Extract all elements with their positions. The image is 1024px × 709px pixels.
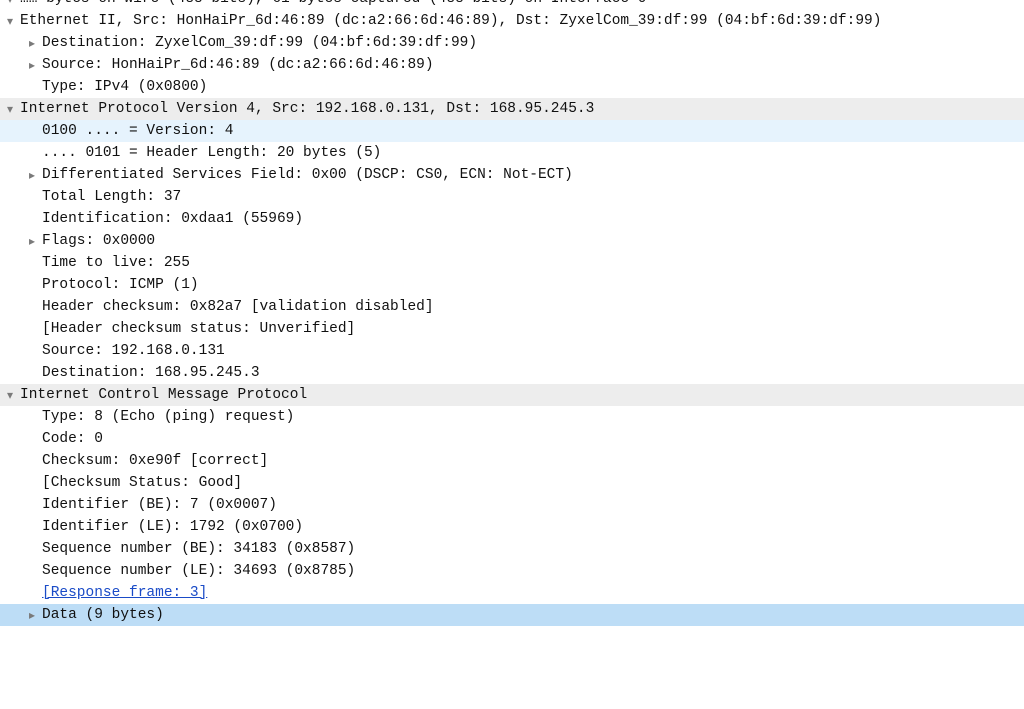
icmp-checksum: Checksum: 0xe90f [correct] bbox=[42, 450, 268, 472]
ipv4-ttl-row[interactable]: · Time to live: 255 bbox=[0, 252, 1024, 274]
icmp-seq-be: Sequence number (BE): 34183 (0x8587) bbox=[42, 538, 355, 560]
icmp-type: Type: 8 (Echo (ping) request) bbox=[42, 406, 294, 428]
chevron-right-icon[interactable]: ▸ bbox=[22, 230, 42, 252]
icmp-data: Data (9 bytes) bbox=[42, 604, 164, 626]
icmp-response-frame-link[interactable]: [Response frame: 3] bbox=[42, 582, 207, 604]
ipv4-summary: Internet Protocol Version 4, Src: 192.16… bbox=[20, 98, 594, 120]
chevron-down-icon[interactable]: ▾ bbox=[0, 10, 20, 32]
icmp-checksum-status-row[interactable]: · [Checksum Status: Good] bbox=[0, 472, 1024, 494]
frame-summary-cutoff: ▾ …… bytes on wire (488 bits), 61 bytes … bbox=[0, 0, 1024, 10]
ipv4-ttl: Time to live: 255 bbox=[42, 252, 190, 274]
ethernet-summary: Ethernet II, Src: HonHaiPr_6d:46:89 (dc:… bbox=[20, 10, 881, 32]
ipv4-version-row[interactable]: · 0100 .... = Version: 4 bbox=[0, 120, 1024, 142]
packet-details-tree: ▾ …… bytes on wire (488 bits), 61 bytes … bbox=[0, 0, 1024, 626]
ipv4-dst: Destination: 168.95.245.3 bbox=[42, 362, 260, 384]
ipv4-checksum-status-row[interactable]: · [Header checksum status: Unverified] bbox=[0, 318, 1024, 340]
icmp-seq-be-row[interactable]: · Sequence number (BE): 34183 (0x8587) bbox=[0, 538, 1024, 560]
icmp-checksum-status: [Checksum Status: Good] bbox=[42, 472, 242, 494]
ethernet-type-row[interactable]: · Type: IPv4 (0x0800) bbox=[0, 76, 1024, 98]
icmp-seq-le-row[interactable]: · Sequence number (LE): 34693 (0x8785) bbox=[0, 560, 1024, 582]
ethernet-source: Source: HonHaiPr_6d:46:89 (dc:a2:66:6d:4… bbox=[42, 54, 434, 76]
icmp-type-row[interactable]: · Type: 8 (Echo (ping) request) bbox=[0, 406, 1024, 428]
chevron-right-icon[interactable]: ▸ bbox=[22, 54, 42, 76]
icmp-code: Code: 0 bbox=[42, 428, 103, 450]
ipv4-proto: Protocol: ICMP (1) bbox=[42, 274, 199, 296]
chevron-right-icon[interactable]: ▸ bbox=[22, 32, 42, 54]
ipv4-checksum: Header checksum: 0x82a7 [validation disa… bbox=[42, 296, 434, 318]
icmp-id-be: Identifier (BE): 7 (0x0007) bbox=[42, 494, 277, 516]
chevron-down-icon[interactable]: ▾ bbox=[0, 384, 20, 406]
ipv4-ident-row[interactable]: · Identification: 0xdaa1 (55969) bbox=[0, 208, 1024, 230]
ipv4-hlen: .... 0101 = Header Length: 20 bytes (5) bbox=[42, 142, 381, 164]
ipv4-totlen-row[interactable]: · Total Length: 37 bbox=[0, 186, 1024, 208]
chevron-down-icon[interactable]: ▾ bbox=[0, 98, 20, 120]
icmp-id-le: Identifier (LE): 1792 (0x0700) bbox=[42, 516, 303, 538]
ipv4-dsf: Differentiated Services Field: 0x00 (DSC… bbox=[42, 164, 573, 186]
icmp-data-row[interactable]: ▸ Data (9 bytes) bbox=[0, 604, 1024, 626]
icmp-code-row[interactable]: · Code: 0 bbox=[0, 428, 1024, 450]
chevron-down-icon[interactable]: ▾ bbox=[0, 0, 20, 10]
ethernet-row[interactable]: ▾ Ethernet II, Src: HonHaiPr_6d:46:89 (d… bbox=[0, 10, 1024, 32]
icmp-id-be-row[interactable]: · Identifier (BE): 7 (0x0007) bbox=[0, 494, 1024, 516]
ipv4-src: Source: 192.168.0.131 bbox=[42, 340, 225, 362]
ipv4-flags: Flags: 0x0000 bbox=[42, 230, 155, 252]
icmp-seq-le: Sequence number (LE): 34693 (0x8785) bbox=[42, 560, 355, 582]
ipv4-checksum-row[interactable]: · Header checksum: 0x82a7 [validation di… bbox=[0, 296, 1024, 318]
ipv4-row[interactable]: ▾ Internet Protocol Version 4, Src: 192.… bbox=[0, 98, 1024, 120]
ipv4-ident: Identification: 0xdaa1 (55969) bbox=[42, 208, 303, 230]
ethernet-destination-row[interactable]: ▸ Destination: ZyxelCom_39:df:99 (04:bf:… bbox=[0, 32, 1024, 54]
ipv4-version: 0100 .... = Version: 4 bbox=[42, 120, 233, 142]
icmp-checksum-row[interactable]: · Checksum: 0xe90f [correct] bbox=[0, 450, 1024, 472]
frame-summary[interactable]: …… bytes on wire (488 bits), 61 bytes ca… bbox=[20, 0, 647, 10]
icmp-row[interactable]: ▾ Internet Control Message Protocol bbox=[0, 384, 1024, 406]
icmp-id-le-row[interactable]: · Identifier (LE): 1792 (0x0700) bbox=[0, 516, 1024, 538]
ethernet-source-row[interactable]: ▸ Source: HonHaiPr_6d:46:89 (dc:a2:66:6d… bbox=[0, 54, 1024, 76]
ethernet-type: Type: IPv4 (0x0800) bbox=[42, 76, 207, 98]
ipv4-src-row[interactable]: · Source: 192.168.0.131 bbox=[0, 340, 1024, 362]
ipv4-totlen: Total Length: 37 bbox=[42, 186, 181, 208]
ethernet-destination: Destination: ZyxelCom_39:df:99 (04:bf:6d… bbox=[42, 32, 477, 54]
ipv4-hlen-row[interactable]: · .... 0101 = Header Length: 20 bytes (5… bbox=[0, 142, 1024, 164]
ipv4-proto-row[interactable]: · Protocol: ICMP (1) bbox=[0, 274, 1024, 296]
chevron-right-icon[interactable]: ▸ bbox=[22, 164, 42, 186]
icmp-summary: Internet Control Message Protocol bbox=[20, 384, 307, 406]
ipv4-dsf-row[interactable]: ▸ Differentiated Services Field: 0x00 (D… bbox=[0, 164, 1024, 186]
icmp-response-frame-row[interactable]: · [Response frame: 3] bbox=[0, 582, 1024, 604]
ipv4-flags-row[interactable]: ▸ Flags: 0x0000 bbox=[0, 230, 1024, 252]
ipv4-checksum-status: [Header checksum status: Unverified] bbox=[42, 318, 355, 340]
ipv4-dst-row[interactable]: · Destination: 168.95.245.3 bbox=[0, 362, 1024, 384]
chevron-right-icon[interactable]: ▸ bbox=[22, 604, 42, 626]
